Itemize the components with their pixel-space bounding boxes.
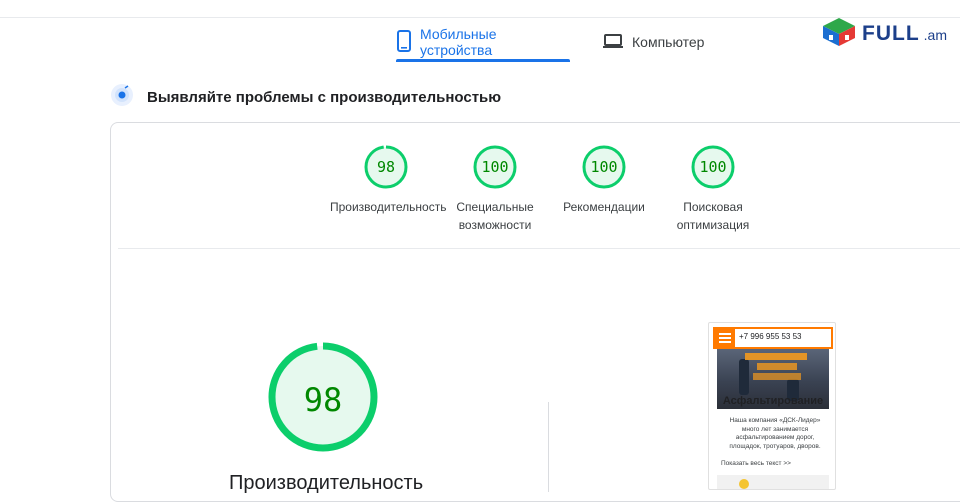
tab-mobile-label: Мобильные устройства [420,26,497,58]
gauge-performance-ring: 98 [364,145,408,189]
logo-text: FULL .am [862,22,947,45]
tab-desktop[interactable]: Компьютер [602,24,704,60]
gauge-best-practices-score: 100 [590,158,617,176]
main-gauge-ring: 98 [268,342,378,452]
gauge-accessibility-ring: 100 [473,145,517,189]
top-divider [0,17,960,18]
logo-suffix: .am [923,27,947,43]
laptop-icon [602,33,624,52]
gauge-performance-label: Производительность [330,200,447,214]
main-gauge: 98 [266,340,380,459]
menu-icon [715,329,735,347]
preview-phone: +7 996 955 53 53 [739,332,802,341]
mobile-icon [396,29,412,55]
tab-desktop-label: Компьютер [632,34,705,50]
gauge-best-practices[interactable]: 100 Рекомендации [548,144,660,216]
page-screenshot-preview: +7 996 955 53 53 Асфальтирование Наша ко… [708,322,836,490]
gauge-seo-ring: 100 [691,145,735,189]
house-cube-icon [822,17,856,52]
section-header: Выявляйте проблемы с производительностью [110,83,502,112]
gauge-accessibility[interactable]: 100 Специальные возможности [439,144,551,234]
gauge-best-practices-label: Рекомендации [563,200,645,214]
gauge-pulse-icon [110,83,134,112]
main-gauge-label: Производительность [229,472,424,494]
main-gauge-score: 98 [304,381,343,419]
preview-text: Наша компания «ДСК-Лидер» много лет зани… [729,417,821,450]
metrics-separator [548,402,549,492]
gauge-seo-label: Поисковая оптимизация [676,200,750,232]
gauges-divider [118,248,960,249]
preview-header: +7 996 955 53 53 [713,327,833,349]
preview-more-link: Показать весь текст >> [721,460,791,467]
section-title: Выявляйте проблемы с производительностью [147,88,502,106]
active-tab-indicator [396,59,570,62]
gauge-performance[interactable]: 98 Производительность [330,144,447,216]
full-am-logo[interactable]: FULL .am [822,17,947,52]
gauge-accessibility-score: 100 [481,158,508,176]
gauge-seo-score: 100 [699,158,726,176]
tab-mobile[interactable]: Мобильные устройства [396,24,497,60]
gauge-best-practices-ring: 100 [582,145,626,189]
gauge-accessibility-label: Специальные возможности [456,200,534,232]
gauge-seo[interactable]: 100 Поисковая оптимизация [657,144,769,234]
preview-footer [717,475,829,489]
preview-title: Асфальтирование [722,395,824,407]
gauge-performance-score: 98 [377,158,395,176]
